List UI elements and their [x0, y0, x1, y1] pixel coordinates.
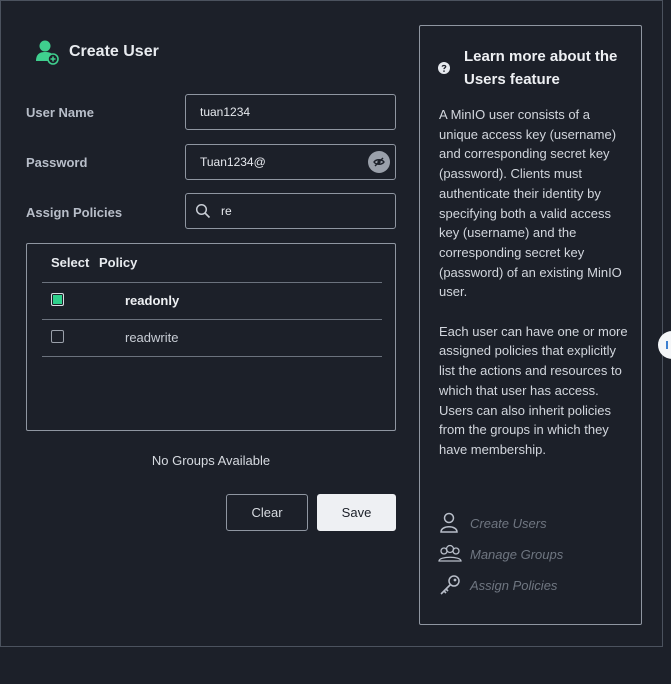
chevron-icon	[666, 341, 671, 349]
help-link-label: Manage Groups	[470, 546, 564, 562]
policy-search-field[interactable]	[185, 193, 396, 229]
help-header: Learn more about the Users feature	[438, 45, 634, 91]
select-column-header: Select	[51, 255, 90, 270]
policy-checkbox-readonly[interactable]	[51, 293, 64, 306]
user-icon	[440, 512, 458, 533]
add-user-icon	[36, 40, 59, 65]
policy-checkbox-readwrite[interactable]	[51, 330, 64, 343]
assign-policies-label: Assign Policies	[26, 205, 123, 220]
toggle-password-visibility-button[interactable]	[368, 151, 390, 173]
help-paragraph: Each user can have one or more assigned …	[439, 323, 628, 457]
policy-name: readonly	[125, 293, 180, 308]
help-link-label: Assign Policies	[470, 577, 558, 593]
policy-column-header: Policy	[99, 255, 138, 270]
policy-table: Select Policy readonly readwrite	[26, 243, 396, 431]
create-users-link[interactable]: Create Users	[438, 511, 547, 535]
no-groups-message: No Groups Available	[151, 453, 271, 468]
help-title: Learn more about the Users feature	[464, 48, 618, 88]
help-paragraph: A MinIO user consists of a unique access…	[439, 107, 622, 300]
password-input[interactable]	[186, 145, 395, 179]
policy-row-readonly[interactable]: readonly	[42, 282, 382, 319]
page-title: Create User	[69, 43, 159, 60]
help-description: A MinIO user consists of a unique access…	[439, 105, 631, 479]
user-name-label: User Name	[26, 105, 94, 120]
create-user-panel: Create User User Name Password Assign Po…	[0, 0, 663, 647]
help-link-label: Create Users	[470, 515, 547, 531]
password-field[interactable]	[185, 144, 396, 180]
user-name-field[interactable]	[185, 94, 396, 130]
policy-row-readwrite[interactable]: readwrite	[42, 319, 382, 357]
assign-policies-link[interactable]: Assign Policies	[438, 573, 557, 597]
save-button[interactable]: Save	[317, 494, 396, 531]
help-circle-icon	[438, 62, 450, 74]
policy-name: readwrite	[125, 330, 179, 345]
form-header: Create User	[35, 39, 159, 65]
policy-table-header: Select Policy	[27, 244, 395, 282]
password-label: Password	[26, 155, 88, 170]
search-icon	[195, 203, 211, 219]
policy-search-input[interactable]	[211, 194, 395, 228]
key-icon	[440, 575, 460, 595]
groups-icon	[438, 544, 462, 562]
clear-button[interactable]: Clear	[226, 494, 308, 531]
manage-groups-link[interactable]: Manage Groups	[438, 542, 563, 566]
help-panel: Learn more about the Users feature A Min…	[419, 25, 642, 625]
user-name-input[interactable]	[186, 95, 395, 129]
eye-off-icon	[373, 157, 385, 167]
